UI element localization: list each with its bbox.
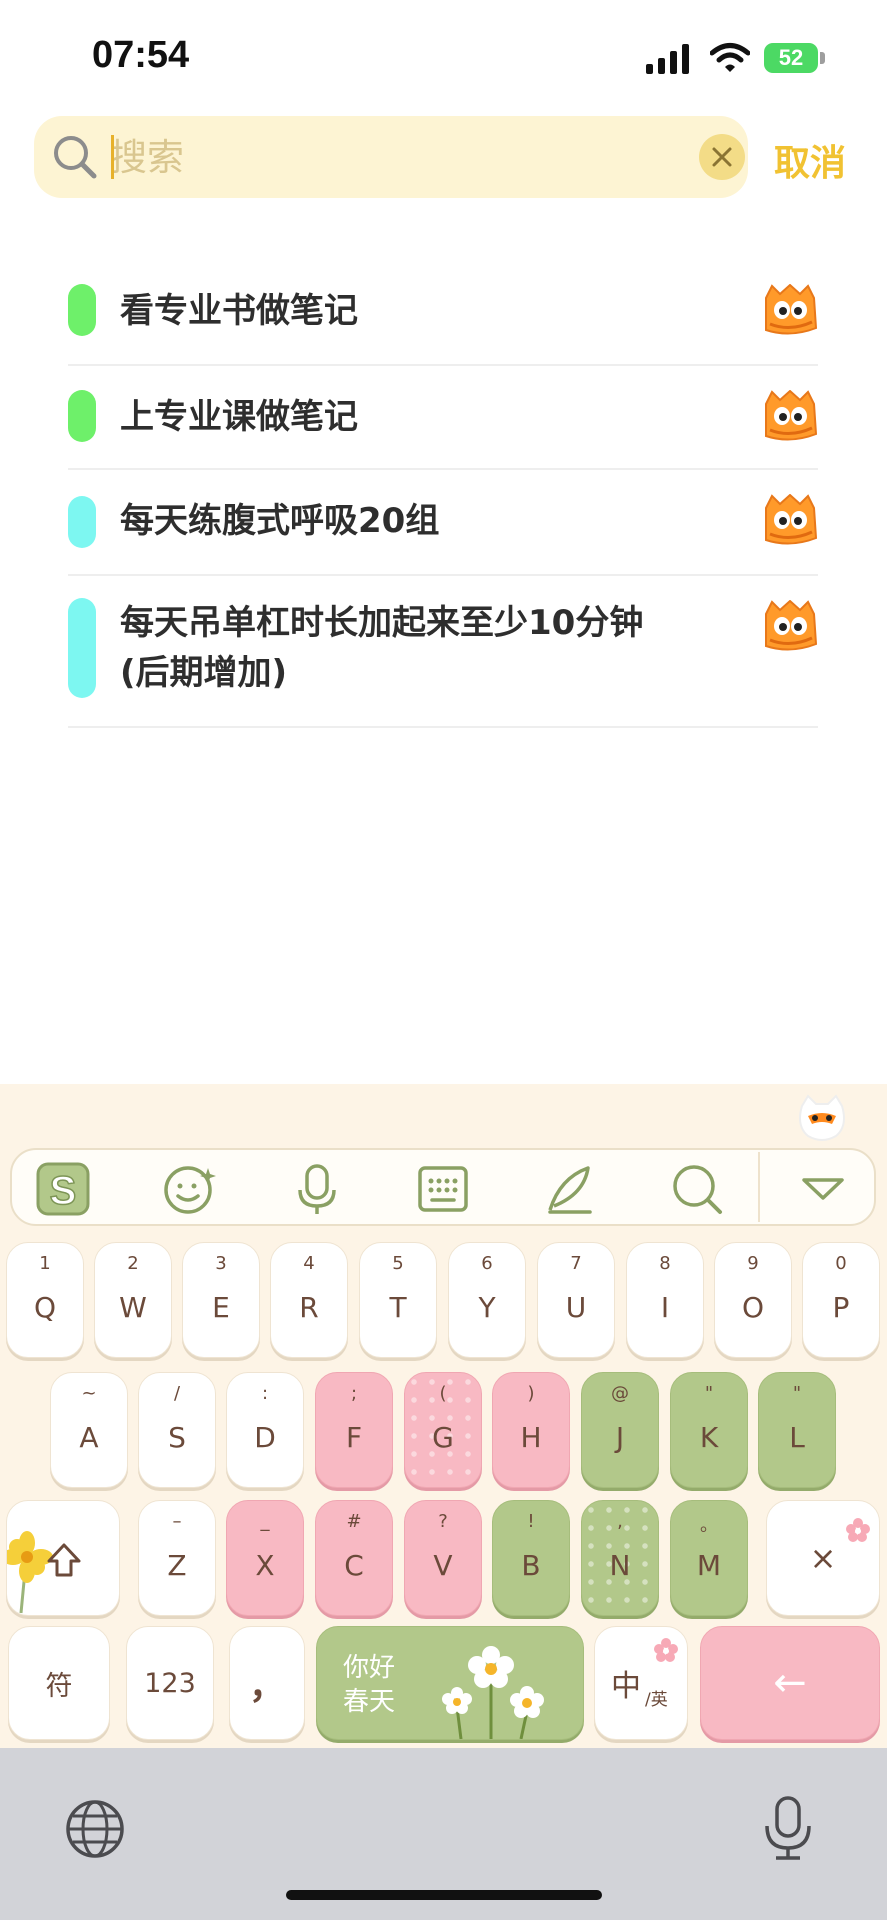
color-tag xyxy=(68,390,96,442)
symbols-key[interactable]: 符 xyxy=(8,1626,110,1740)
item-title: 每天练腹式呼吸20组 xyxy=(120,501,440,541)
search-input[interactable] xyxy=(110,134,680,180)
key-h[interactable]: ) H xyxy=(492,1372,570,1488)
key-b[interactable]: ! B xyxy=(492,1500,570,1616)
color-tag xyxy=(68,598,96,698)
emoji-icon[interactable] xyxy=(160,1160,218,1218)
flowers-decoration xyxy=(442,1646,544,1739)
pen-icon[interactable] xyxy=(540,1160,598,1218)
space-label: 你好 春天 xyxy=(343,1653,396,1717)
cancel-button[interactable]: 取消 xyxy=(774,134,846,186)
sogou-logo-icon[interactable]: S xyxy=(34,1160,92,1218)
numbers-key[interactable]: 123 xyxy=(126,1626,214,1740)
battery-level: 52 xyxy=(778,45,804,70)
flower-icon xyxy=(654,1638,678,1662)
space-key[interactable]: 你好 春天 xyxy=(316,1626,584,1740)
battery-cap xyxy=(820,52,825,64)
key-e[interactable]: 3E xyxy=(182,1242,260,1358)
signal-icon xyxy=(646,44,692,74)
key-l[interactable]: " L xyxy=(758,1372,836,1488)
color-tag xyxy=(68,496,96,548)
svg-text:S: S xyxy=(50,1169,77,1213)
mascot-icon xyxy=(764,494,818,546)
key-c[interactable]: # C xyxy=(315,1500,393,1616)
mascot-icon xyxy=(764,600,818,652)
key-m[interactable]: 。 M xyxy=(670,1500,748,1616)
list-item[interactable]: 每天练腹式呼吸20组 xyxy=(68,470,818,576)
key-w[interactable]: 2W xyxy=(94,1242,172,1358)
wifi-icon xyxy=(710,43,750,72)
key-s[interactable]: / S xyxy=(138,1372,216,1488)
lang-sub: /英 xyxy=(645,1690,668,1710)
key-q[interactable]: 1Q xyxy=(6,1242,84,1358)
home-indicator xyxy=(286,1890,602,1900)
shift-key[interactable] xyxy=(6,1500,120,1616)
key-f[interactable]: ; F xyxy=(315,1372,393,1488)
clear-icon xyxy=(712,147,732,167)
list-item[interactable]: 每天吊单杠时长加起来至少10分钟 (后期增加) xyxy=(68,576,818,728)
key-z[interactable]: – Z xyxy=(138,1500,216,1616)
status-time: 07:54 xyxy=(92,34,190,76)
key-v[interactable]: ? V xyxy=(404,1500,482,1616)
search-icon xyxy=(54,136,97,179)
toolbar-divider xyxy=(758,1152,760,1222)
key-g[interactable]: (G xyxy=(404,1372,482,1488)
key-p[interactable]: 0P xyxy=(802,1242,880,1358)
list-item[interactable]: 看专业书做笔记 xyxy=(68,266,818,366)
key-n[interactable]: ,N xyxy=(581,1500,659,1616)
text-cursor xyxy=(111,135,114,179)
key-d[interactable]: :D xyxy=(226,1372,304,1488)
keyboard-icon[interactable] xyxy=(414,1160,472,1218)
key-x[interactable]: _ X xyxy=(226,1500,304,1616)
key-u[interactable]: 7U xyxy=(537,1242,615,1358)
enter-key[interactable]: ← xyxy=(700,1626,880,1740)
search-icon[interactable] xyxy=(668,1160,726,1218)
mic-icon[interactable] xyxy=(288,1160,346,1218)
item-title: 看专业书做笔记 xyxy=(120,291,358,331)
key-i[interactable]: 8I xyxy=(626,1242,704,1358)
key-k[interactable]: " K xyxy=(670,1372,748,1488)
key-a[interactable]: ~ A xyxy=(50,1372,128,1488)
mascot-icon xyxy=(764,390,818,442)
collapse-icon[interactable] xyxy=(794,1160,852,1218)
key-j[interactable]: @ J xyxy=(581,1372,659,1488)
key-y[interactable]: 6Y xyxy=(448,1242,526,1358)
mic-icon[interactable] xyxy=(756,1794,820,1860)
delete-key[interactable]: × xyxy=(766,1500,880,1616)
shift-icon xyxy=(7,1531,81,1614)
flower-icon xyxy=(846,1518,870,1542)
comma-key[interactable]: ， xyxy=(229,1626,305,1740)
list-item[interactable]: 上专业课做笔记 xyxy=(68,366,818,470)
color-tag xyxy=(68,284,96,336)
lang-main: 中 xyxy=(611,1669,641,1704)
clear-button[interactable] xyxy=(699,134,745,180)
language-toggle-key[interactable]: 中 /英 xyxy=(594,1626,688,1740)
item-title: 上专业课做笔记 xyxy=(120,397,358,437)
key-o[interactable]: 9O xyxy=(714,1242,792,1358)
key-t[interactable]: 5T xyxy=(359,1242,437,1358)
mascot-icon xyxy=(764,284,818,336)
globe-icon[interactable] xyxy=(64,1798,126,1860)
keyboard-mascot-icon[interactable] xyxy=(796,1092,848,1142)
item-title: 每天吊单杠时长加起来至少10分钟 (后期增加) xyxy=(120,603,644,693)
key-r[interactable]: 4R xyxy=(270,1242,348,1358)
